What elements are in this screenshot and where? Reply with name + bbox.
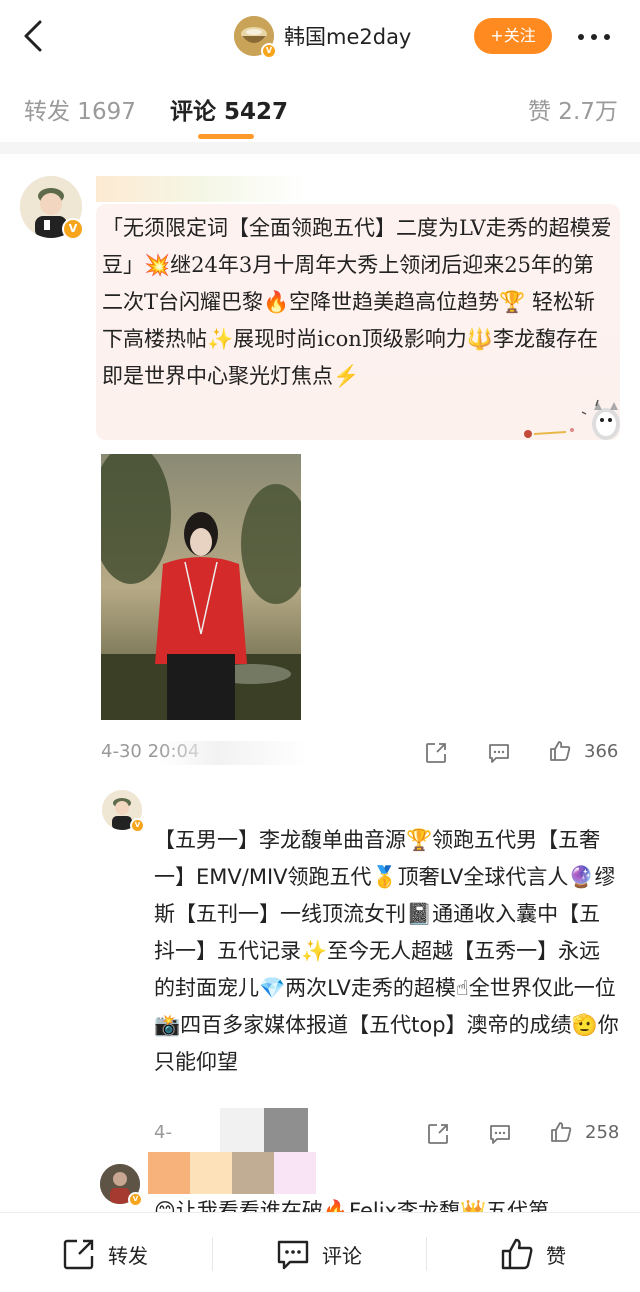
photo-model-red-top [101,454,301,720]
account-header[interactable]: V 韩国me2day [234,16,411,59]
cat-sticker-icon [520,398,624,446]
comment-icon [489,744,509,763]
more-dots-icon [578,34,584,40]
verified-badge-icon: V [130,818,145,833]
tab-like[interactable]: 赞 2.7万 [528,92,618,126]
thumbs-up-icon [501,1238,533,1270]
thumbs-up-icon [550,741,571,761]
comment-text: 「无须限定词【全面领跑五代】二度为LV走秀的超模爱豆」💥继24年3月十周年大秀上… [102,216,612,388]
like-label: 赞 [546,1243,566,1268]
like-count: 366 [584,741,619,762]
reply-comment-button[interactable] [487,741,511,769]
comment-button[interactable]: 评论 [276,1237,362,1271]
section-divider [0,142,640,154]
thumbs-up-icon [551,1122,572,1142]
share-icon [428,1124,448,1144]
reply-avatar[interactable]: V [102,790,145,833]
account-avatar[interactable]: V [234,16,277,59]
stats-tabs: 转发 1697 评论 5427 赞 2.7万 [0,72,640,142]
tab-comment[interactable]: 评论 5427 [170,92,288,126]
verified-badge-icon: V [261,43,277,59]
more-options-button[interactable] [574,22,614,50]
like-button[interactable]: 赞 [500,1237,566,1271]
tab-repost[interactable]: 转发 1697 [24,92,136,126]
reply-timestamp: 4- [154,1122,172,1143]
divider [426,1237,427,1271]
comment-icon [277,1240,309,1270]
more-dots-icon [604,34,610,40]
chevron-left-icon [24,20,42,52]
verified-badge-icon: V [128,1192,143,1207]
commenter-avatar[interactable]: V [100,1164,143,1207]
blurred-username [96,176,306,202]
verified-badge-icon: V [62,218,84,240]
share-reply-button[interactable] [426,1122,450,1150]
repost-button[interactable]: 转发 [62,1237,148,1271]
active-tab-indicator [198,134,254,139]
share-icon [63,1239,94,1270]
like-reply-button[interactable] [549,1120,573,1148]
commenter-avatar[interactable]: V [20,176,84,240]
comment-label: 评论 [322,1243,362,1268]
bottom-action-bar: 转发 评论 赞 [0,1212,640,1292]
back-button[interactable] [18,18,48,54]
blurred-location [158,741,308,765]
follow-button[interactable]: +关注 [474,18,552,54]
comment-image[interactable] [101,454,301,720]
top-nav-bar: V 韩国me2day +关注 [0,0,640,72]
repost-label: 转发 [108,1243,148,1268]
comment-icon [490,1125,510,1144]
reply-reply-button[interactable] [488,1122,512,1150]
account-name[interactable]: 韩国me2day [284,21,411,51]
reply-text: 【五男一】李龙馥单曲音源🏆领跑五代男【五奢一】EMV/MIV领跑五代🥇顶奢LV全… [154,828,619,1074]
share-comment-button[interactable] [424,741,448,769]
like-count: 258 [585,1122,620,1143]
like-comment-button[interactable] [548,739,572,767]
more-dots-icon [591,34,597,40]
share-icon [426,743,446,763]
divider [212,1237,213,1271]
